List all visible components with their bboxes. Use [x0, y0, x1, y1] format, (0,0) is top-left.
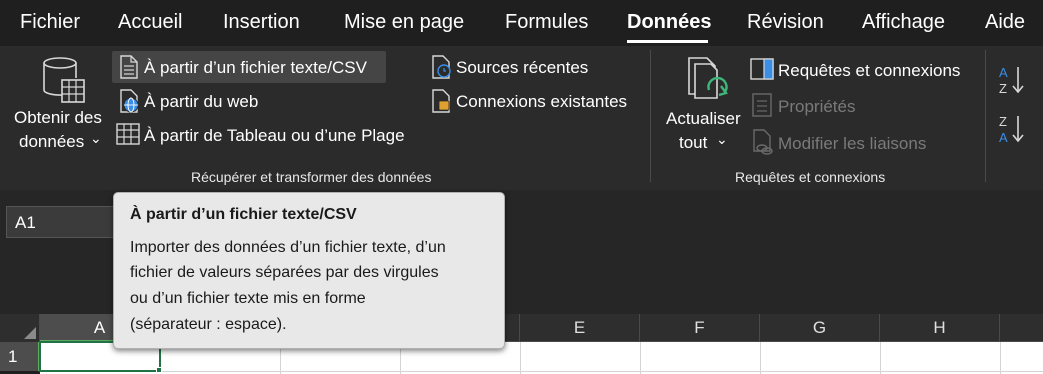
cell-divider: [520, 342, 521, 374]
group-label-get-transform: Récupérer et transformer des données: [191, 169, 432, 185]
tooltip-line: fichier de valeurs séparées par des virg…: [130, 264, 439, 281]
tab-revision[interactable]: Révision: [747, 11, 824, 34]
get-data-label-line1: Obtenir des: [14, 108, 102, 127]
svg-text:A: A: [999, 65, 1008, 80]
queries-connections-label: Requêtes et connexions: [778, 61, 961, 80]
tab-fichier[interactable]: Fichier: [20, 11, 80, 34]
recent-sources-label: Sources récentes: [456, 58, 589, 77]
tooltip-line: ou d’un fichier texte mis en forme: [130, 290, 366, 307]
select-all-triangle-icon: [24, 327, 36, 339]
tab-insertion[interactable]: Insertion: [223, 11, 300, 34]
chevron-down-icon: ⌄: [90, 130, 102, 146]
ribbon-group-separator: [985, 50, 986, 182]
table-grid-icon: [116, 123, 140, 145]
database-table-icon: [43, 57, 85, 103]
svg-text:A: A: [999, 130, 1008, 145]
cell-divider: [640, 342, 641, 374]
tab-formules[interactable]: Formules: [505, 11, 588, 34]
tab-mise-en-page[interactable]: Mise en page: [344, 11, 464, 34]
chevron-down-icon: ⌄: [716, 131, 728, 147]
connection-file-icon: [432, 89, 450, 113]
tab-donnees[interactable]: Données: [627, 11, 711, 34]
cell-divider: [760, 342, 761, 374]
queries-panel-icon: [750, 58, 774, 80]
column-header-partial[interactable]: [1000, 314, 1043, 342]
properties-label: Propriétés: [778, 97, 856, 116]
sort-descending-icon: Z A: [999, 114, 1024, 145]
from-text-csv-label: À partir d’un fichier texte/CSV: [144, 58, 367, 77]
edit-links-label: Modifier les liaisons: [778, 134, 927, 153]
column-header-e[interactable]: E: [520, 314, 640, 342]
tab-accueil[interactable]: Accueil: [118, 11, 182, 34]
web-globe-icon: [120, 89, 139, 113]
tooltip-title: À partir d’un fichier texte/CSV: [130, 206, 357, 223]
edit-links-icon: [753, 129, 773, 155]
active-tab-indicator: [627, 40, 708, 43]
clock-file-icon: [432, 55, 451, 79]
properties-icon: [752, 93, 772, 117]
column-header-h[interactable]: H: [880, 314, 1000, 342]
refresh-icon: [688, 57, 728, 99]
from-web-label: À partir du web: [144, 92, 259, 111]
column-header-g[interactable]: G: [760, 314, 880, 342]
get-data-label-line2: données: [19, 132, 85, 151]
tooltip: À partir d’un fichier texte/CSV Importer…: [113, 192, 505, 349]
row-divider: [40, 371, 1043, 372]
tab-affichage[interactable]: Affichage: [862, 11, 945, 34]
group-label-queries-connections: Requêtes et connexions: [735, 169, 886, 185]
svg-text:Z: Z: [999, 81, 1007, 96]
ribbon-tab-bar: Fichier Accueil Insertion Mise en page F…: [0, 0, 1043, 46]
tab-aide[interactable]: Aide: [985, 11, 1025, 34]
cell-divider: [1000, 342, 1001, 374]
refresh-all-label-line1: Actualiser: [666, 109, 741, 128]
ribbon-group-separator: [650, 50, 651, 182]
text-file-icon: [120, 55, 138, 79]
from-table-label: À partir de Tableau ou d’une Plage: [144, 126, 405, 145]
tooltip-line: (séparateur : espace).: [130, 316, 287, 333]
sort-ascending-icon: A Z: [999, 65, 1024, 96]
column-header-f[interactable]: F: [640, 314, 760, 342]
name-box[interactable]: A1: [6, 206, 116, 238]
name-box-value: A1: [15, 213, 36, 232]
svg-text:Z: Z: [999, 114, 1007, 129]
row-header-1[interactable]: 1: [0, 342, 40, 371]
tooltip-line: Importer des données d’un fichier texte,…: [130, 239, 446, 256]
refresh-all-label-line2: tout: [679, 133, 708, 152]
existing-connections-label: Connexions existantes: [456, 92, 628, 111]
fill-handle[interactable]: [156, 367, 162, 373]
cell-divider: [880, 342, 881, 374]
